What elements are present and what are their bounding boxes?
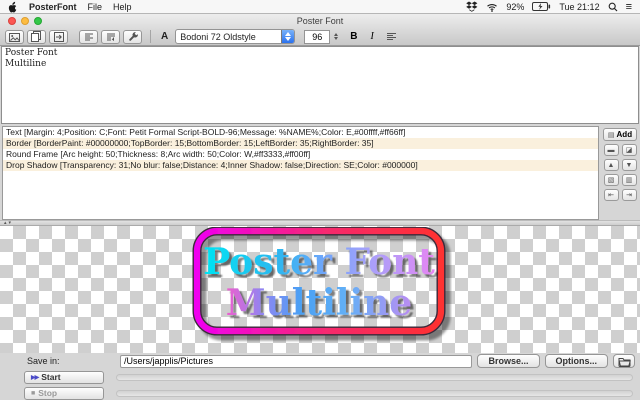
poster-text-line2: Multiline: [226, 282, 412, 324]
style-row-text[interactable]: Text [Margin: 4;Position: C;Font: Petit …: [3, 127, 598, 138]
start-row: ▶▶ Start: [0, 369, 640, 385]
export-button[interactable]: [49, 29, 68, 44]
toolbar-separator: [150, 30, 151, 43]
title-bar: Poster Font: [0, 14, 640, 28]
export-list-icon: ⇥: [626, 192, 632, 199]
style-row-drop-shadow[interactable]: Drop Shadow [Transparency: 31;No blur: f…: [3, 160, 598, 171]
preview-canvas: Poster Font Multiline: [0, 226, 640, 353]
list-actions-panel: ▤ Add ▬ ◪ ▲ ▼ ▧ ▥ ⇤ ⇥: [602, 126, 638, 220]
text-wrap-button[interactable]: [101, 29, 120, 44]
duplicate-icon: [31, 31, 41, 42]
styles-list: Text [Margin: 4;Position: C;Font: Petit …: [2, 126, 599, 220]
menu-app-name[interactable]: PosterFont: [29, 2, 77, 12]
editor-line: Multiline: [5, 59, 47, 69]
alignment-button[interactable]: [382, 30, 401, 44]
menu-file[interactable]: File: [88, 2, 103, 12]
font-select[interactable]: Bodoni 72 Oldstyle: [175, 29, 296, 44]
spotlight-search-icon[interactable]: [608, 2, 618, 12]
dropbox-icon[interactable]: [466, 1, 478, 12]
start-label: Start: [41, 372, 61, 382]
battery-percent: 92%: [506, 1, 525, 12]
italic-button[interactable]: I: [365, 31, 378, 42]
export-icon: [53, 31, 64, 42]
add-label: Add: [616, 130, 633, 139]
font-size-stepper[interactable]: [334, 33, 339, 40]
save-progress-bar: [116, 389, 633, 397]
toolbar: A Bodoni 72 Oldstyle B I: [0, 28, 640, 45]
start-icon: ▶▶: [31, 374, 39, 381]
edit-icon: ◪: [625, 147, 633, 154]
alignment-icon: [386, 32, 396, 40]
poster-preview: Poster Font Multiline: [192, 227, 446, 336]
menu-bar: PosterFont File Help 92% Tue 21:12 ≡: [0, 0, 640, 14]
copy-icon: ▧: [607, 177, 615, 184]
align-left-icon: [84, 33, 93, 40]
image-button[interactable]: [5, 29, 24, 44]
wrench-icon: [128, 31, 138, 41]
add-style-button[interactable]: ▤ Add: [603, 128, 637, 141]
options-button[interactable]: Options...: [544, 354, 608, 368]
font-label: A: [161, 31, 169, 42]
poster-text-line1: Poster Font: [203, 241, 435, 283]
stop-button[interactable]: ■ Stop: [24, 386, 104, 400]
paste-icon: ▥: [625, 177, 633, 184]
menu-clock[interactable]: Tue 21:12: [559, 2, 599, 12]
import-icon: ⇤: [608, 192, 614, 199]
window-title: Poster Font: [296, 16, 344, 26]
remove-icon: ▬: [607, 146, 615, 154]
close-button[interactable]: [8, 17, 16, 25]
move-down-button[interactable]: ▼: [621, 159, 637, 171]
stop-label: Stop: [38, 388, 58, 398]
window-chrome: Poster Font A Bodoni 72 Oldstyle B I: [0, 14, 640, 46]
folder-icon: [618, 357, 631, 367]
minimize-button[interactable]: [21, 17, 29, 25]
editor-line: Poster Font: [5, 48, 58, 58]
apple-menu-icon[interactable]: [8, 1, 18, 13]
stop-row: ■ Stop: [0, 385, 640, 400]
browse-button[interactable]: Browse...: [477, 354, 540, 368]
stop-icon: ■: [31, 389, 36, 397]
paste-style-button[interactable]: ▥: [621, 174, 637, 186]
font-size-input[interactable]: [304, 29, 331, 44]
align-left-button[interactable]: [79, 29, 98, 44]
generation-progress-bar: [116, 373, 633, 381]
menu-help[interactable]: Help: [113, 2, 132, 12]
save-bar: Save in: Browse... Options...: [0, 353, 640, 369]
style-row-border[interactable]: Border [BorderPaint: #00000000;TopBorder…: [3, 138, 598, 149]
export-styles-button[interactable]: ⇥: [621, 189, 637, 201]
bold-button[interactable]: B: [345, 31, 362, 42]
add-icon: ▤: [607, 131, 615, 139]
battery-icon[interactable]: [532, 2, 551, 11]
start-button[interactable]: ▶▶ Start: [24, 370, 104, 384]
tools-button[interactable]: [123, 29, 142, 44]
edit-style-button[interactable]: ◪: [621, 144, 637, 156]
divider-collapse-icon[interactable]: ▴: [4, 221, 7, 226]
text-editor[interactable]: Poster Font Multiline: [1, 46, 639, 124]
divider-expand-icon[interactable]: ▾: [9, 221, 12, 226]
text-wrap-icon: [106, 33, 115, 41]
remove-style-button[interactable]: ▬: [603, 144, 619, 156]
notification-center-icon[interactable]: ≡: [626, 1, 632, 12]
font-select-stepper[interactable]: [281, 30, 295, 43]
save-in-label: Save in:: [27, 356, 60, 366]
duplicate-button[interactable]: [27, 29, 46, 44]
wifi-icon[interactable]: [486, 2, 498, 12]
image-icon: [9, 32, 20, 42]
copy-style-button[interactable]: ▧: [603, 174, 619, 186]
open-folder-button[interactable]: [613, 354, 635, 368]
import-styles-button[interactable]: ⇤: [603, 189, 619, 201]
styles-zone: Text [Margin: 4;Position: C;Font: Petit …: [0, 124, 640, 220]
arrow-up-icon: ▲: [607, 161, 615, 169]
zoom-button[interactable]: [34, 17, 42, 25]
move-up-button[interactable]: ▲: [603, 159, 619, 171]
font-name-value: Bodoni 72 Oldstyle: [180, 31, 256, 42]
arrow-down-icon: ▼: [625, 161, 633, 169]
save-path-input[interactable]: [120, 354, 473, 368]
style-row-round-frame[interactable]: Round Frame [Arc height: 50;Thickness: 8…: [3, 149, 598, 160]
